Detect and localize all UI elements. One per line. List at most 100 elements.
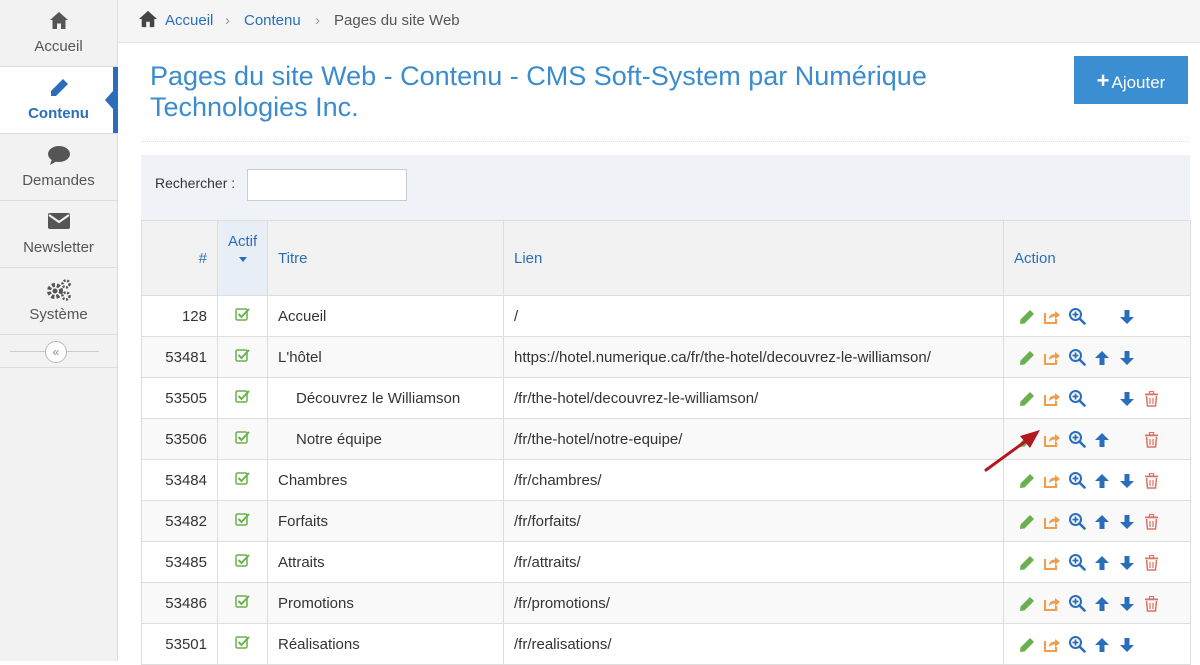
active-check-icon[interactable] xyxy=(217,582,268,624)
page-title: Pages du site Web - Contenu - CMS Soft-S… xyxy=(150,61,927,122)
zoom-icon[interactable] xyxy=(1064,512,1089,530)
row-title: Découvrez le Williamson xyxy=(267,377,504,419)
edit-icon[interactable] xyxy=(1014,635,1039,652)
divider xyxy=(142,141,1188,142)
active-check-icon[interactable] xyxy=(217,377,268,419)
delete-icon[interactable] xyxy=(1139,389,1164,407)
move-up-icon[interactable] xyxy=(1089,430,1114,447)
move-down-icon[interactable] xyxy=(1114,348,1139,365)
delete-icon[interactable] xyxy=(1139,430,1164,448)
plus-icon: + xyxy=(1096,68,1110,93)
active-check-icon[interactable] xyxy=(217,336,268,378)
zoom-icon[interactable] xyxy=(1064,430,1089,448)
zoom-icon[interactable] xyxy=(1064,348,1089,366)
share-icon[interactable] xyxy=(1039,430,1064,447)
breadcrumb-separator: › xyxy=(225,12,230,29)
row-link: /fr/the-hotel/notre-equipe/ xyxy=(503,418,1004,460)
row-link: /fr/realisations/ xyxy=(503,623,1004,665)
delete-icon[interactable] xyxy=(1139,553,1164,571)
delete-icon[interactable] xyxy=(1139,512,1164,530)
zoom-icon[interactable] xyxy=(1064,594,1089,612)
active-check-icon[interactable] xyxy=(217,295,268,337)
zoom-icon[interactable] xyxy=(1064,635,1089,653)
move-up-icon[interactable] xyxy=(1089,471,1114,488)
row-title: Chambres xyxy=(267,459,504,501)
breadcrumb-section-link[interactable]: Contenu xyxy=(244,12,301,29)
edit-icon[interactable] xyxy=(1014,512,1039,529)
pencil-icon xyxy=(0,77,117,101)
move-up-icon[interactable] xyxy=(1089,635,1114,652)
zoom-icon[interactable] xyxy=(1064,389,1089,407)
move-down-icon[interactable] xyxy=(1114,635,1139,652)
share-icon[interactable] xyxy=(1039,553,1064,570)
column-header-titre[interactable]: Titre xyxy=(267,220,504,296)
sidebar-item-demandes[interactable]: Demandes xyxy=(0,134,117,201)
delete-icon[interactable] xyxy=(1139,471,1164,489)
sidebar-item-accueil[interactable]: Accueil xyxy=(0,0,117,67)
share-icon[interactable] xyxy=(1039,471,1064,488)
edit-icon[interactable] xyxy=(1014,594,1039,611)
envelope-icon xyxy=(0,211,117,235)
move-down-icon[interactable] xyxy=(1114,389,1139,406)
active-check-icon[interactable] xyxy=(217,459,268,501)
sidebar-item-label: Accueil xyxy=(34,38,83,55)
share-icon[interactable] xyxy=(1039,307,1064,324)
row-id: 53481 xyxy=(141,336,218,378)
sidebar-collapse-row: « xyxy=(0,335,117,368)
row-actions xyxy=(1003,541,1191,583)
table-row: 53481 L'hôtel https://hotel.numerique.ca… xyxy=(141,336,1191,378)
share-icon[interactable] xyxy=(1039,512,1064,529)
edit-icon[interactable] xyxy=(1014,307,1039,324)
move-down-icon[interactable] xyxy=(1114,512,1139,529)
row-actions xyxy=(1003,377,1191,419)
move-down-icon[interactable] xyxy=(1114,553,1139,570)
column-header-lien[interactable]: Lien xyxy=(503,220,1004,296)
sidebar-item-label: Demandes xyxy=(22,172,95,189)
sidebar-item-contenu[interactable]: Contenu xyxy=(0,67,118,134)
sidebar-item-systeme[interactable]: Système xyxy=(0,268,117,335)
zoom-icon[interactable] xyxy=(1064,471,1089,489)
edit-icon[interactable] xyxy=(1014,553,1039,570)
share-icon[interactable] xyxy=(1039,635,1064,652)
move-up-icon[interactable] xyxy=(1089,512,1114,529)
home-icon[interactable] xyxy=(138,10,158,32)
share-icon[interactable] xyxy=(1039,389,1064,406)
row-link: https://hotel.numerique.ca/fr/the-hotel/… xyxy=(503,336,1004,378)
move-down-icon[interactable] xyxy=(1114,307,1139,324)
move-up-icon[interactable] xyxy=(1089,594,1114,611)
row-id: 53485 xyxy=(141,541,218,583)
sidebar-item-newsletter[interactable]: Newsletter xyxy=(0,201,117,268)
search-label: Rechercher : xyxy=(155,175,236,191)
share-icon[interactable] xyxy=(1039,348,1064,365)
active-check-icon[interactable] xyxy=(217,418,268,460)
sidebar-item-label: Newsletter xyxy=(23,239,94,256)
active-check-icon[interactable] xyxy=(217,623,268,665)
row-link: /fr/attraits/ xyxy=(503,541,1004,583)
move-down-icon[interactable] xyxy=(1114,594,1139,611)
active-check-icon[interactable] xyxy=(217,541,268,583)
row-id: 53505 xyxy=(141,377,218,419)
table-row: 53501 Réalisations /fr/realisations/ xyxy=(141,623,1191,665)
add-button[interactable]: + Ajouter xyxy=(1074,56,1188,104)
search-input[interactable] xyxy=(247,169,407,201)
row-link: / xyxy=(503,295,1004,337)
share-icon[interactable] xyxy=(1039,594,1064,611)
column-header-actif-label: Actif xyxy=(228,233,258,250)
move-down-icon[interactable] xyxy=(1114,471,1139,488)
row-id: 53484 xyxy=(141,459,218,501)
edit-icon[interactable] xyxy=(1014,348,1039,365)
row-actions xyxy=(1003,623,1191,665)
sidebar-collapse-button[interactable]: « xyxy=(45,341,67,363)
row-id: 53501 xyxy=(141,623,218,665)
column-header-actif[interactable]: Actif xyxy=(217,220,268,296)
move-up-icon[interactable] xyxy=(1089,348,1114,365)
move-up-icon[interactable] xyxy=(1089,553,1114,570)
column-header-id[interactable]: # xyxy=(141,220,218,296)
zoom-icon[interactable] xyxy=(1064,307,1089,325)
delete-icon[interactable] xyxy=(1139,594,1164,612)
zoom-icon[interactable] xyxy=(1064,553,1089,571)
table-row: 53485 Attraits /fr/attraits/ xyxy=(141,541,1191,583)
active-check-icon[interactable] xyxy=(217,500,268,542)
edit-icon[interactable] xyxy=(1014,389,1039,406)
breadcrumb-home-link[interactable]: Accueil xyxy=(165,12,213,29)
